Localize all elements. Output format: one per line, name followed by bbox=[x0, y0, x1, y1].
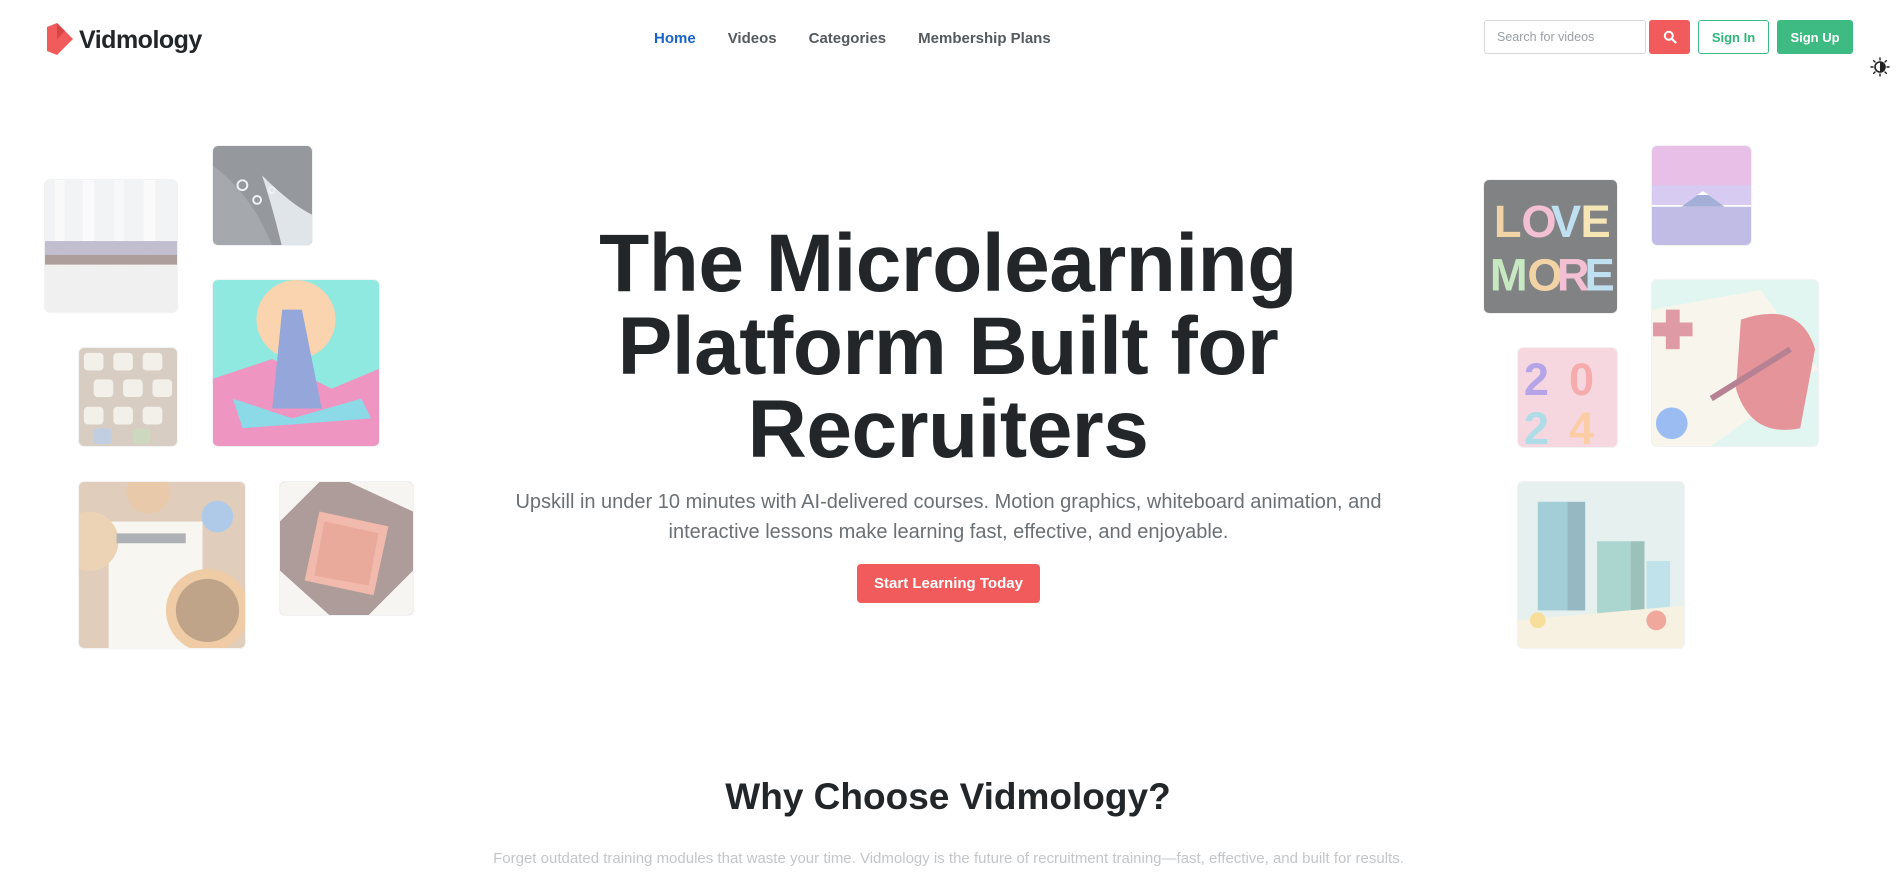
nav-categories[interactable]: Categories bbox=[809, 30, 887, 47]
thumbnail-colorful-figure bbox=[212, 279, 380, 447]
thumbnail-gameboy bbox=[1651, 279, 1819, 447]
main-nav: Home Videos Categories Membership Plans bbox=[654, 30, 1083, 47]
thumbnail-mugs bbox=[78, 347, 178, 447]
hero-title: The Microlearning Platform Built for Rec… bbox=[599, 218, 1297, 475]
brand-logo[interactable]: Vidmology bbox=[43, 21, 202, 59]
svg-text:2: 2 bbox=[1524, 403, 1549, 447]
svg-text:M: M bbox=[1490, 249, 1528, 300]
nav-videos[interactable]: Videos bbox=[728, 30, 777, 47]
thumbnail-mountain-sunset bbox=[1651, 145, 1752, 246]
brand-name: Vidmology bbox=[79, 25, 202, 54]
thumbnail-pizza-menu bbox=[78, 481, 246, 649]
svg-text:E: E bbox=[1584, 249, 1614, 300]
why-section-subtitle: Forget outdated training modules that wa… bbox=[493, 850, 1404, 867]
search-input[interactable] bbox=[1484, 20, 1646, 54]
thumbnail-love-more: LOVE MORE bbox=[1483, 179, 1618, 314]
svg-text:L: L bbox=[1494, 196, 1522, 247]
sign-in-button[interactable]: Sign In bbox=[1698, 20, 1769, 54]
logo-mark-icon bbox=[47, 23, 73, 55]
search-button[interactable] bbox=[1649, 20, 1690, 54]
search-icon bbox=[1663, 30, 1677, 44]
nav-home[interactable]: Home bbox=[654, 30, 696, 47]
thumbnail-geometric-cards bbox=[279, 481, 414, 616]
hero-subtitle: Upskill in under 10 minutes with AI-deli… bbox=[515, 491, 1382, 543]
thumbnail-bubbles bbox=[212, 145, 313, 246]
start-learning-button[interactable]: Start Learning Today bbox=[857, 564, 1040, 603]
thumbnail-white-curtain bbox=[44, 179, 178, 313]
brightness-contrast-icon[interactable] bbox=[1870, 57, 1890, 77]
thumbnail-isometric-city bbox=[1517, 481, 1685, 649]
sign-up-button[interactable]: Sign Up bbox=[1777, 20, 1853, 54]
svg-text:0: 0 bbox=[1569, 354, 1594, 405]
nav-membership-plans[interactable]: Membership Plans bbox=[918, 30, 1051, 47]
svg-text:4: 4 bbox=[1569, 403, 1594, 447]
svg-text:2: 2 bbox=[1524, 354, 1549, 405]
svg-text:V: V bbox=[1551, 196, 1581, 247]
thumbnail-2024-typography: 20 24 bbox=[1517, 347, 1618, 448]
why-section-title: Why Choose Vidmology? bbox=[725, 776, 1171, 817]
svg-text:E: E bbox=[1581, 196, 1611, 247]
